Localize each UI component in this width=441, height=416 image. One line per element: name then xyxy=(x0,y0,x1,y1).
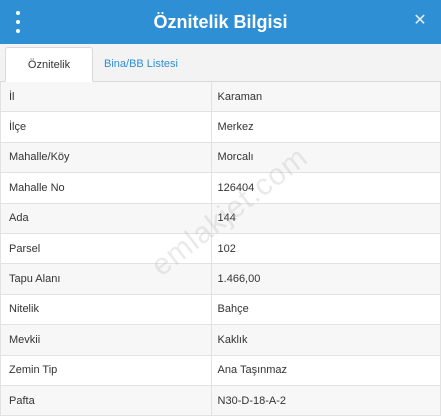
row-label: Tapu Alanı xyxy=(9,273,61,286)
row-value: Bahçe xyxy=(210,294,440,325)
row-value: 1.466,00 xyxy=(210,264,440,294)
table-row: Mahalle No 126404 xyxy=(0,173,441,204)
row-label: Nitelik xyxy=(9,303,39,316)
row-label: İlçe xyxy=(9,121,27,134)
row-label: Mahalle/Köy xyxy=(9,151,70,164)
table-row: Nitelik Bahçe xyxy=(0,294,441,326)
tab-building-list[interactable]: Bina/BB Listesi xyxy=(96,47,186,82)
row-value: Ana Taşınmaz xyxy=(210,355,440,385)
row-value: Merkez xyxy=(210,112,440,142)
row-label: Mahalle No xyxy=(9,181,65,194)
row-label: Parsel xyxy=(9,242,41,255)
row-label: Pafta xyxy=(9,394,35,407)
row-value: Kaklık xyxy=(210,325,440,355)
row-value: Morcalı xyxy=(210,142,440,173)
row-value: N30-D-18-A-2 xyxy=(210,385,440,416)
table-row: Pafta N30-D-18-A-2 xyxy=(0,385,441,416)
table-row: Mevkii Kaklık xyxy=(0,325,441,356)
table-row: İl Karaman xyxy=(0,82,441,113)
attribute-table: İl Karaman İlçe Merkez Mahalle/Köy Morca… xyxy=(0,82,441,416)
vertical-dots-icon[interactable] xyxy=(10,11,26,33)
table-row: İlçe Merkez xyxy=(0,112,441,143)
table-row: Zemin Tip Ana Taşınmaz xyxy=(0,355,441,386)
row-value: 144 xyxy=(210,203,440,233)
row-value: Karaman xyxy=(210,82,440,112)
tab-attribute-info[interactable]: Öznitelik Bilgisi xyxy=(5,47,93,106)
close-icon[interactable]: ✕ xyxy=(409,10,431,32)
row-label: Ada xyxy=(9,212,29,225)
row-label: İl xyxy=(9,90,15,103)
tab-bar: Öznitelik Bilgisi Bina/BB Listesi xyxy=(0,44,441,106)
table-row: Parsel 102 xyxy=(0,233,441,265)
row-label: Mevkii xyxy=(9,333,41,346)
row-value: 102 xyxy=(210,233,440,264)
row-label: Zemin Tip xyxy=(9,364,58,377)
table-row: Tapu Alanı 1.466,00 xyxy=(0,264,441,295)
table-row: Mahalle/Köy Morcalı xyxy=(0,142,441,174)
dialog-header: Öznitelik Bilgisi ✕ xyxy=(0,0,441,44)
table-row: Ada 144 xyxy=(0,203,441,234)
row-value: 126404 xyxy=(210,173,440,203)
dialog-title: Öznitelik Bilgisi xyxy=(153,12,288,32)
